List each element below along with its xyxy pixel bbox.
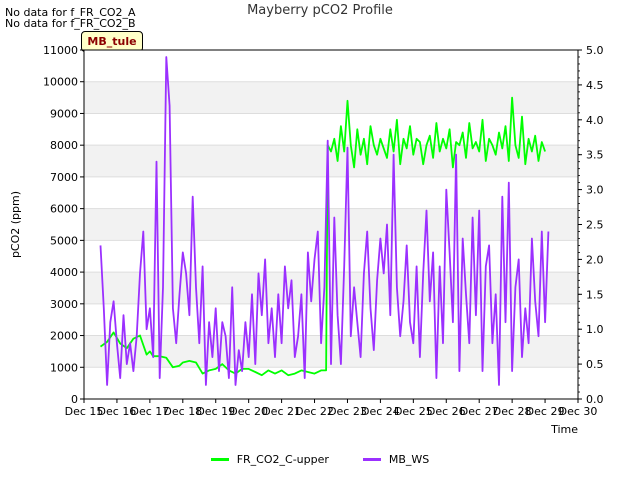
y-tick-label: 1000	[50, 361, 78, 374]
x-tick-label: Dec 30	[559, 405, 598, 418]
legend-label-co2: FR_CO2_C-upper	[236, 453, 329, 466]
x-axis-label: Time	[550, 423, 578, 436]
y-tick-label: 5000	[50, 234, 78, 247]
y-tick-label: 3000	[50, 298, 78, 311]
grid-band	[84, 81, 578, 114]
y-tick-label: 9000	[50, 107, 78, 120]
y-tick-label: 10000	[43, 76, 78, 89]
y2-tick-label: 1.5	[586, 288, 604, 301]
y2-tick-label: 2.0	[586, 253, 604, 266]
legend-swatch-ws	[362, 458, 381, 461]
y-tick-label: 6000	[50, 203, 78, 216]
legend-item-ws: MB_WS	[362, 453, 430, 466]
y2-tick-label: 3.5	[586, 149, 604, 162]
y2-tick-label: 3.0	[586, 184, 604, 197]
grid-band	[84, 50, 578, 82]
y2-tick-label: 4.0	[586, 114, 604, 127]
y2-tick-label: 5.0	[586, 44, 604, 57]
y-axis-label: pCO2 (ppm)	[9, 191, 22, 258]
legend: FR_CO2_C-upper MB_WS	[0, 453, 640, 466]
chart-canvas: 0100020003000400050006000700080009000100…	[9, 44, 604, 436]
y-tick-label: 8000	[50, 139, 78, 152]
y2-tick-label: 2.5	[586, 219, 604, 232]
y2-tick-label: 4.5	[586, 79, 604, 92]
y-tick-label: 7000	[50, 171, 78, 184]
grid-band	[84, 176, 578, 209]
y2-tick-label: 1.0	[586, 323, 604, 336]
legend-label-ws: MB_WS	[388, 453, 430, 466]
y-tick-label: 11000	[43, 44, 78, 57]
y-tick-label: 2000	[50, 330, 78, 343]
legend-item-co2: FR_CO2_C-upper	[210, 453, 329, 466]
grid-band	[84, 367, 578, 399]
y-tick-label: 4000	[50, 266, 78, 279]
legend-swatch-co2	[210, 458, 229, 461]
y2-tick-label: 0.5	[586, 358, 604, 371]
